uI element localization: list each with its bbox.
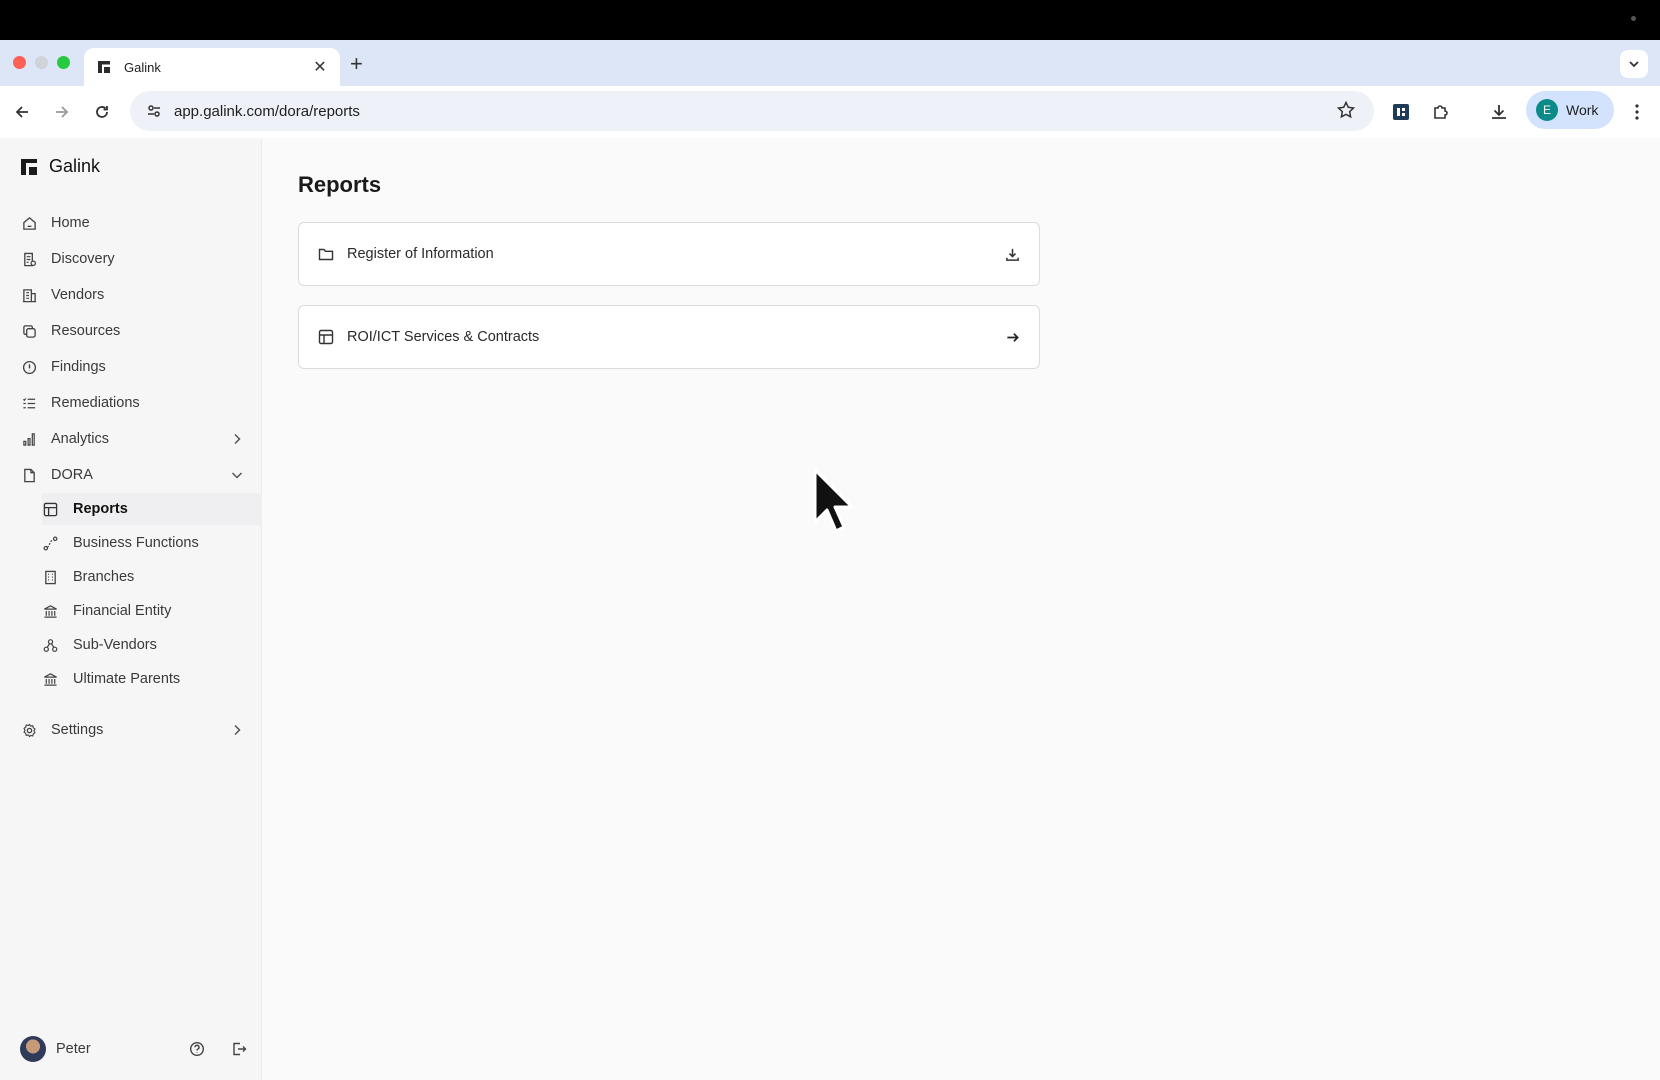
tab-close-icon[interactable]: ✕ xyxy=(312,57,328,77)
galink-favicon-icon xyxy=(98,61,110,73)
chevron-down-icon xyxy=(1629,61,1639,68)
sidebar-subitem-business-functions[interactable]: Business Functions xyxy=(42,527,262,559)
sidebar-subitem-label: Ultimate Parents xyxy=(73,671,181,687)
forward-icon[interactable] xyxy=(50,100,74,124)
sidebar-subitem-label: Branches xyxy=(73,569,135,585)
bookmark-star-icon[interactable] xyxy=(1336,100,1356,120)
sidebar-subitem-label: Reports xyxy=(73,501,128,517)
gear-icon xyxy=(20,721,38,739)
back-icon[interactable] xyxy=(10,100,34,124)
sidebar-subitem-label: Business Functions xyxy=(73,535,199,551)
sidebar-item-label: Settings xyxy=(51,722,104,738)
sidebar-subitem-branches[interactable]: Branches xyxy=(42,561,262,593)
screen-top-bar xyxy=(0,0,1660,40)
building-icon xyxy=(20,286,38,304)
report-card-label: Register of Information xyxy=(347,246,494,262)
report-card-roi-ict-services[interactable]: ROI/ICT Services & Contracts xyxy=(298,305,1040,369)
bar-chart-icon xyxy=(20,430,38,448)
network-icon xyxy=(42,637,59,654)
building-small-icon xyxy=(42,569,59,586)
sidebar-item-dora[interactable]: DORA xyxy=(20,459,244,491)
new-tab-icon[interactable]: + xyxy=(350,53,363,75)
galink-logo-icon xyxy=(21,158,37,175)
sidebar-item-vendors[interactable]: Vendors xyxy=(20,279,244,311)
profile-avatar: E xyxy=(1536,99,1558,121)
main-content: Reports Register of Information ROI/ICT … xyxy=(262,138,1660,1080)
arrow-right-icon[interactable] xyxy=(1003,328,1021,346)
brand[interactable]: Galink xyxy=(20,156,100,177)
sidebar-subitem-financial-entity[interactable]: Financial Entity xyxy=(42,595,262,627)
sidebar-item-settings[interactable]: Settings xyxy=(20,714,244,746)
maximize-window-button[interactable] xyxy=(57,56,70,69)
sidebar-subitem-label: Sub-Vendors xyxy=(73,637,157,653)
list-check-icon xyxy=(20,394,38,412)
sidebar: Galink Home Discovery Vendors Resources … xyxy=(0,138,262,1080)
close-window-button[interactable] xyxy=(13,56,26,69)
help-icon[interactable] xyxy=(188,1040,206,1058)
table-icon xyxy=(42,501,59,518)
sidebar-item-label: Analytics xyxy=(51,431,110,447)
file-icon xyxy=(20,466,38,484)
avatar[interactable] xyxy=(20,1036,46,1062)
sidebar-item-label: Remediations xyxy=(51,395,140,411)
sidebar-subitem-reports[interactable]: Reports xyxy=(42,493,262,525)
page-title: Reports xyxy=(298,172,382,197)
report-card-label: ROI/ICT Services & Contracts xyxy=(347,329,540,345)
url-text: app.galink.com/dora/reports xyxy=(174,102,360,120)
folder-icon xyxy=(317,245,335,263)
copy-icon xyxy=(20,322,38,340)
bank-icon xyxy=(42,603,59,620)
tab-search-button[interactable] xyxy=(1620,50,1648,78)
profile-button[interactable]: E Work xyxy=(1526,91,1614,129)
reload-icon[interactable] xyxy=(90,100,114,124)
browser-toolbar: app.galink.com/dora/reports E Work xyxy=(0,86,1660,138)
sidebar-subitem-label: Financial Entity xyxy=(73,603,172,619)
sidebar-item-label: Findings xyxy=(51,359,106,375)
sidebar-item-home[interactable]: Home xyxy=(20,207,244,239)
site-info-icon[interactable] xyxy=(142,99,166,123)
galink-extension-icon[interactable] xyxy=(1388,99,1414,125)
extensions-puzzle-icon[interactable] xyxy=(1428,99,1454,125)
downloads-icon[interactable] xyxy=(1486,99,1512,125)
sidebar-subitem-ultimate-parents[interactable]: Ultimate Parents xyxy=(42,663,262,695)
camera-dot xyxy=(1631,16,1636,21)
sidebar-item-label: Home xyxy=(51,215,90,231)
alert-circle-icon xyxy=(20,358,38,376)
sidebar-subitem-sub-vendors[interactable]: Sub-Vendors xyxy=(42,629,262,661)
sidebar-item-findings[interactable]: Findings xyxy=(20,351,244,383)
workflow-icon xyxy=(42,535,59,552)
logout-icon[interactable] xyxy=(230,1040,248,1058)
browser-tab[interactable]: Galink ✕ xyxy=(84,48,340,86)
sidebar-item-label: Resources xyxy=(51,323,121,339)
sidebar-item-discovery[interactable]: Discovery xyxy=(20,243,244,275)
sidebar-item-analytics[interactable]: Analytics xyxy=(20,423,244,455)
download-icon[interactable] xyxy=(1003,245,1021,263)
sidebar-item-label: Vendors xyxy=(51,287,105,303)
report-card-register-of-information[interactable]: Register of Information xyxy=(298,222,1040,286)
browser-menu-icon[interactable] xyxy=(1624,99,1650,125)
tab-title: Galink xyxy=(124,59,161,75)
chevron-down-icon xyxy=(231,472,243,479)
chevron-right-icon xyxy=(234,724,241,736)
home-icon xyxy=(20,214,38,232)
browser-chrome: Galink ✕ + app.galink.com/dora/reports E… xyxy=(0,40,1660,138)
address-bar[interactable]: app.galink.com/dora/reports xyxy=(130,91,1374,131)
bank-icon xyxy=(42,671,59,688)
clipboard-icon xyxy=(20,250,38,268)
minimize-window-button[interactable] xyxy=(35,56,48,69)
table-icon xyxy=(317,328,335,346)
brand-name: Galink xyxy=(49,156,101,176)
sidebar-item-label: DORA xyxy=(51,467,93,483)
profile-label: Work xyxy=(1566,102,1599,118)
sidebar-item-remediations[interactable]: Remediations xyxy=(20,387,244,419)
app-window: Galink Home Discovery Vendors Resources … xyxy=(0,138,1660,1080)
chevron-right-icon xyxy=(234,433,241,445)
sidebar-item-label: Discovery xyxy=(51,251,115,267)
mouse-cursor-icon xyxy=(813,468,854,533)
sidebar-item-resources[interactable]: Resources xyxy=(20,315,244,347)
user-name: Peter xyxy=(56,1041,91,1057)
user-bar: Peter xyxy=(20,1034,248,1064)
